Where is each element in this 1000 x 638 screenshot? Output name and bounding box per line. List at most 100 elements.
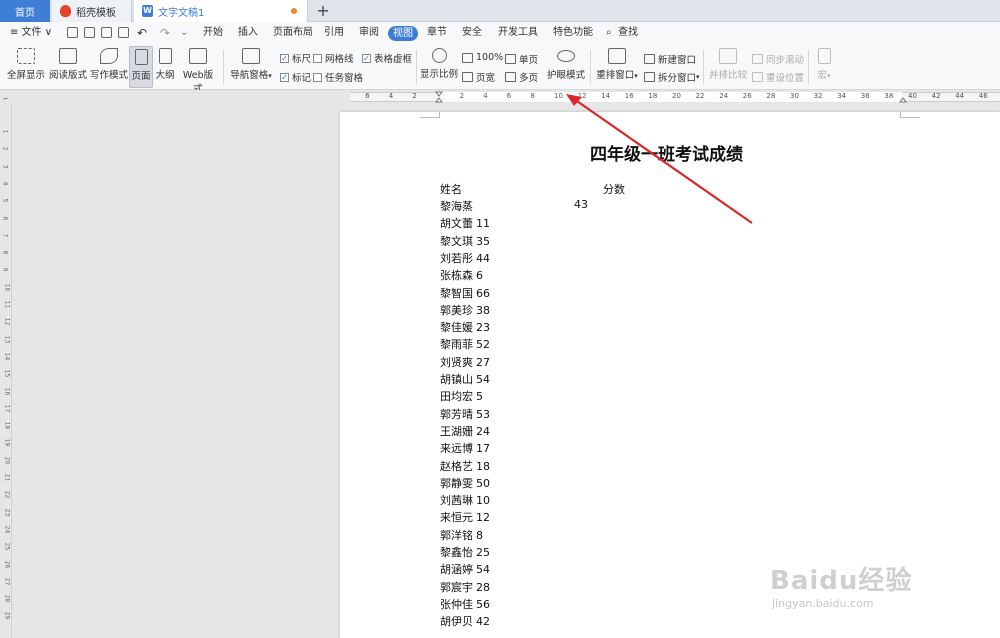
column-header-name[interactable]: 姓名 [440, 181, 462, 197]
list-item[interactable]: 刘若彤 44 [440, 250, 490, 266]
list-item[interactable]: 黎智国 66 [440, 285, 490, 301]
menu-start[interactable]: 开始 [203, 22, 223, 44]
vertical-ruler-tick-label: 17 [3, 404, 11, 413]
zoom-button[interactable]: 显示比例 [420, 48, 458, 80]
menu-security[interactable]: 安全 [462, 22, 482, 44]
print-preview-icon[interactable] [118, 27, 129, 38]
export-pdf-icon[interactable] [84, 27, 95, 38]
fullscreen-button[interactable]: 全屏显示 [6, 48, 46, 81]
list-item[interactable]: 王湖姗 24 [440, 423, 490, 439]
student-name: 张栋森 [440, 269, 473, 283]
list-item[interactable]: 黎佳媛 23 [440, 319, 490, 335]
student-score: 52 [476, 338, 490, 352]
vertical-ruler[interactable]: 1 2 3 4 5 6 7 8 9 10 11 12 13 14 15 16 17 18 19 20 21 22 23 24 2… [0, 104, 12, 638]
list-item[interactable]: 胡镇山 54 [440, 371, 490, 387]
list-item[interactable]: 郭洋铭 8 [440, 527, 483, 543]
page-width-button[interactable]: 页宽 [462, 70, 495, 84]
list-item[interactable]: 黎雨菲 52 [440, 336, 490, 352]
tab-stop-selector-icon[interactable]: ⌐ [3, 95, 9, 103]
page-view-button[interactable]: 页面 [129, 46, 153, 88]
list-item[interactable]: 刘茜琳 10 [440, 492, 490, 508]
customize-toolbar-icon[interactable]: ⌄ [180, 22, 188, 44]
list-item[interactable]: 胡伊贝 42 [440, 613, 490, 629]
marks-checkbox[interactable]: ✓ 标记 [280, 70, 311, 84]
side-by-side-button[interactable]: 并排比较 [708, 48, 748, 81]
list-item[interactable]: 来远博 17 [440, 440, 490, 456]
student-score: 17 [476, 442, 490, 456]
menu-developer[interactable]: 开发工具 [498, 22, 538, 44]
list-item[interactable]: 张栋森 6 [440, 267, 483, 283]
multi-page-button[interactable]: 多页 [505, 70, 538, 84]
list-item[interactable]: 赵格艺 18 [440, 458, 490, 474]
list-item[interactable]: 郭静雯 50 [440, 475, 490, 491]
tab-daoke-templates[interactable]: 稻壳模板 [52, 0, 132, 22]
gridlines-checkbox[interactable]: 网格线 [313, 51, 354, 65]
fullscreen-label: 全屏显示 [6, 70, 45, 81]
nav-pane-icon [242, 48, 260, 64]
nav-pane-button[interactable]: 导航窗格▾ [229, 48, 273, 81]
reset-position-label: 重设位置 [766, 73, 805, 84]
reset-position-button[interactable]: 重设位置 [752, 70, 804, 84]
save-icon[interactable] [67, 27, 78, 38]
task-pane-label: 任务窗格 [325, 73, 364, 84]
ruler-indent-markers[interactable] [0, 90, 1000, 104]
list-item[interactable]: 黎海蒸 43 [440, 198, 588, 214]
file-menu[interactable]: ≡ 文件 ∨ [10, 22, 52, 44]
menu-chapter[interactable]: 章节 [427, 22, 447, 44]
list-item[interactable]: 黎文琪 35 [440, 233, 490, 249]
macro-button[interactable]: 宏▾ [812, 48, 836, 81]
list-item[interactable]: 田均宏 5 [440, 388, 483, 404]
horizontal-ruler[interactable]: 6 4 2 2 4 6 8 10 12 14 16 18 20 22 24 26 28 30 32 34 36 38 40 4… [0, 90, 1000, 104]
tab-home[interactable]: 首页 [0, 0, 50, 22]
arrange-window-label: 重排窗口 [596, 70, 635, 81]
new-tab-button[interactable]: + [316, 0, 330, 22]
separator [808, 50, 809, 84]
outline-label: 大纲 [155, 70, 175, 81]
menu-review[interactable]: 审阅 [359, 22, 379, 44]
menu-page-layout[interactable]: 页面布局 [273, 22, 313, 44]
writing-mode-button[interactable]: 写作模式 [89, 48, 129, 81]
sync-scroll-button[interactable]: 同步滚动 [752, 52, 804, 66]
eye-mode-button[interactable]: 护眼模式 [546, 48, 586, 81]
menu-insert[interactable]: 插入 [238, 22, 258, 44]
list-item[interactable]: 郭宸宇 28 [440, 579, 490, 595]
reading-layout-button[interactable]: 阅读版式 [48, 48, 88, 81]
ruler-checkbox[interactable]: ✓ 标尺 [280, 51, 311, 65]
single-page-button[interactable]: 单页 [505, 52, 538, 66]
column-header-score[interactable]: 分数 [603, 181, 625, 197]
task-pane-checkbox[interactable]: 任务窗格 [313, 70, 363, 84]
reset-position-icon [752, 72, 763, 82]
tab-document[interactable]: W 文字文稿1 [134, 0, 308, 22]
search-label[interactable]: 查找 [618, 22, 638, 44]
outline-button[interactable]: 大纲 [154, 48, 176, 81]
student-score: 11 [476, 217, 490, 231]
new-window-button[interactable]: 新建窗口 [644, 52, 696, 66]
list-item[interactable]: 来恒元 12 [440, 509, 490, 525]
menu-special-features[interactable]: 特色功能 [553, 22, 593, 44]
list-item[interactable]: 刘贤爽 27 [440, 354, 490, 370]
vertical-ruler-tick-label: 8 [1, 250, 9, 255]
tab-daoke-label: 稻壳模板 [76, 7, 116, 19]
document-title[interactable]: 四年级一班考试成绩 [590, 140, 743, 165]
list-item[interactable]: 胡文蕾 11 [440, 215, 490, 231]
redo-icon[interactable]: ↷ [160, 22, 170, 44]
list-item[interactable]: 郭美珍 38 [440, 302, 490, 318]
menu-references[interactable]: 引用 [324, 22, 344, 44]
undo-icon[interactable]: ↶ [137, 22, 147, 44]
document-canvas[interactable]: 四年级一班考试成绩 姓名 分数 黎海蒸 43 胡文蕾 11 黎文琪 35 刘若彤 44 张栋森 6… [12, 104, 1000, 638]
list-item[interactable]: 胡涵婷 54 [440, 561, 490, 577]
split-window-button[interactable]: 拆分窗口 ▾ [644, 70, 700, 84]
split-window-label: 拆分窗口 [658, 73, 697, 84]
student-name: 黎鑫怡 [440, 546, 473, 559]
list-item[interactable]: 张仲佳 56 [440, 596, 490, 612]
arrange-window-button[interactable]: 重排窗口▾ [595, 48, 639, 81]
vertical-ruler-tick-label: 13 [3, 335, 11, 343]
zoom-100-button[interactable]: 100% [462, 52, 503, 63]
search-icon[interactable]: ⌕ [606, 22, 612, 44]
list-item[interactable]: 黎鑫怡 25 [440, 544, 490, 560]
list-item[interactable]: 郭芳晴 53 [440, 406, 490, 422]
menu-view[interactable]: 视图 [388, 26, 418, 41]
print-icon[interactable] [101, 27, 112, 38]
table-gridlines-checkbox[interactable]: ✓ 表格虚框 [362, 51, 412, 65]
web-layout-button[interactable]: Web版式 [179, 48, 217, 95]
